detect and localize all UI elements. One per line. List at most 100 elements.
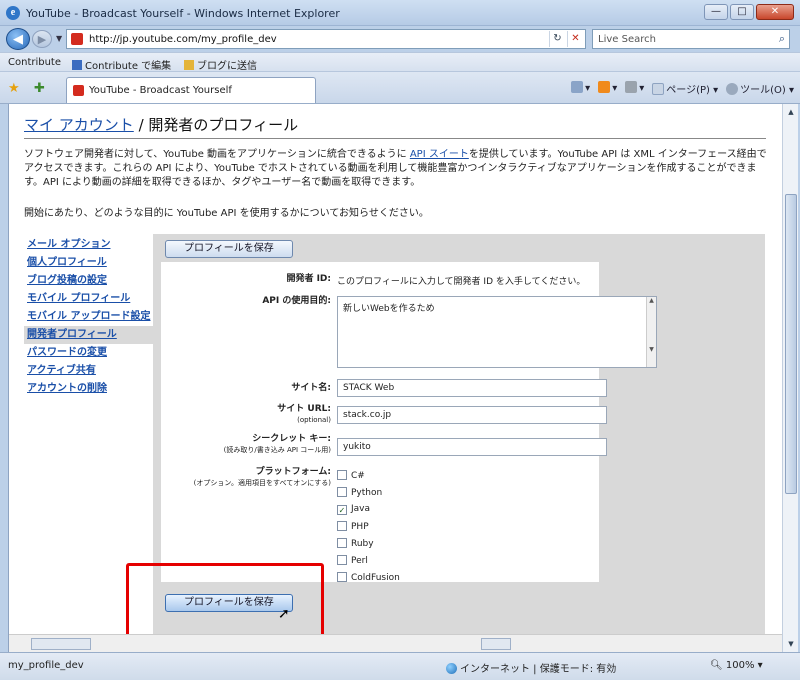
sidebar-item-mail-options[interactable]: メール オプション <box>24 236 154 254</box>
contribute-edit-link[interactable]: Contribute で編集 <box>72 57 171 72</box>
address-bar[interactable]: http://jp.youtube.com/my_profile_dev ↻ ✕ <box>66 29 586 49</box>
add-favorites-icon[interactable]: ✚ <box>34 81 45 96</box>
platform-perl[interactable]: Perl <box>337 555 368 566</box>
checkbox-label: C# <box>351 471 365 481</box>
blog-post-link[interactable]: ブログに送信 <box>184 57 257 72</box>
feeds-button[interactable]: ▾ <box>598 81 617 96</box>
close-button[interactable]: ✕ <box>756 4 794 20</box>
sidebar-item-blog-settings[interactable]: ブログ投稿の設定 <box>24 272 154 290</box>
security-zone: インターネット | 保護モード: 有効 <box>446 660 616 675</box>
sidebar-item-developer-profile[interactable]: 開発者プロフィール <box>24 326 154 344</box>
checkbox-label: Ruby <box>351 539 374 549</box>
heading-divider <box>24 138 766 139</box>
status-bar: my_profile_dev インターネット | 保護モード: 有効 🔍︎ 10… <box>0 652 800 680</box>
url-text[interactable]: http://jp.youtube.com/my_profile_dev <box>89 34 277 45</box>
page-heading: 開発者のプロフィール <box>148 116 299 134</box>
maximize-button[interactable]: □ <box>730 4 754 20</box>
checkbox-checked[interactable]: ✓ <box>337 505 347 515</box>
secret-key-field[interactable]: yukito <box>337 438 607 456</box>
save-profile-button-top[interactable]: プロフィールを保存 <box>165 240 293 258</box>
sidebar-item-mobile-profile[interactable]: モバイル プロフィール <box>24 290 154 308</box>
print-button[interactable]: ▾ <box>625 81 644 96</box>
refresh-button[interactable]: ↻ <box>549 31 565 47</box>
intro-text-a: ソフトウェア開発者に対して、YouTube 動画をアプリケーションに統合できるよ… <box>24 149 410 160</box>
intro-prompt: 開始にあたり、どのような目的に YouTube API を使用するかについてお知… <box>24 208 429 219</box>
sidebar-item-active-sharing[interactable]: アクティブ共有 <box>24 362 154 380</box>
sidebar-item-personal-profile[interactable]: 個人プロフィール <box>24 254 154 272</box>
platform-sub: (オプション。適用項目をすべてオンにする) <box>193 479 331 487</box>
page-viewport: マイ アカウント / 開発者のプロフィール ソフトウェア開発者に対して、YouT… <box>8 104 782 652</box>
api-purpose-textarea[interactable]: 新しいWebを作るため ▲ ▼ <box>337 296 657 368</box>
ie-logo-icon: e <box>6 6 20 20</box>
scrollbar-thumb[interactable] <box>785 194 797 494</box>
page-menu[interactable]: ページ(P) ▾ <box>652 81 718 96</box>
textarea-scrollbar[interactable]: ▲ ▼ <box>646 297 656 367</box>
checkbox[interactable] <box>337 555 347 565</box>
favorites-star-icon[interactable]: ★ <box>8 81 20 96</box>
tools-menu[interactable]: ツール(O) ▾ <box>726 81 794 96</box>
checkbox[interactable] <box>337 487 347 497</box>
home-button[interactable]: ▾ <box>571 81 590 96</box>
platform-coldfusion[interactable]: ColdFusion <box>337 572 400 583</box>
zoom-icon: 🔍︎ <box>710 660 723 671</box>
page-menu-label: ページ(P) <box>666 85 710 96</box>
zoom-control[interactable]: 🔍︎ 100% ▾ <box>710 660 763 671</box>
tools-menu-label: ツール(O) <box>740 85 786 96</box>
footer-control[interactable] <box>481 638 511 650</box>
history-dropdown-icon[interactable]: ▼ <box>56 34 62 43</box>
footer-control[interactable] <box>31 638 91 650</box>
printer-icon <box>625 81 638 93</box>
youtube-favicon-icon <box>73 85 84 96</box>
status-text: my_profile_dev <box>8 660 84 671</box>
checkbox-label: Python <box>351 488 383 498</box>
search-icon[interactable]: ⌕ <box>779 32 785 46</box>
api-purpose-label: API の使用目的: <box>262 296 331 306</box>
site-name-label: サイト名: <box>291 383 331 393</box>
scroll-down-icon[interactable]: ▼ <box>785 638 797 650</box>
gear-icon <box>726 83 739 95</box>
command-bar: ▾ ▾ ▾ ページ(P) ▾ ツール(O) ▾ <box>571 81 794 96</box>
secret-key-label-text: シークレット キー: <box>252 434 331 444</box>
checkbox[interactable] <box>337 538 347 548</box>
platform-python[interactable]: Python <box>337 487 382 498</box>
sidebar-item-mobile-upload[interactable]: モバイル アップロード設定 <box>24 308 154 326</box>
tab-youtube[interactable]: YouTube - Broadcast Yourself <box>66 77 316 103</box>
scroll-up-icon[interactable]: ▲ <box>785 106 797 118</box>
vertical-scrollbar[interactable]: ▲ ▼ <box>782 104 798 652</box>
checkbox[interactable] <box>337 572 347 582</box>
sidebar-item-change-password[interactable]: パスワードの変更 <box>24 344 154 362</box>
checkbox[interactable] <box>337 470 347 480</box>
minimize-button[interactable]: — <box>704 4 728 20</box>
navigation-bar: ◀ ▶ ▼ http://jp.youtube.com/my_profile_d… <box>0 26 800 52</box>
page-footer-strip <box>9 634 782 652</box>
search-input[interactable]: Live Search <box>598 34 656 45</box>
platform-ruby[interactable]: Ruby <box>337 538 374 549</box>
security-zone-text: インターネット | 保護モード: 有効 <box>460 664 617 675</box>
forward-button[interactable]: ▶ <box>32 30 52 48</box>
contribute-link[interactable]: Contribute <box>8 57 61 68</box>
search-box[interactable]: Live Search ⌕ <box>592 29 790 49</box>
site-url-optional: (optional) <box>297 416 331 424</box>
platform-csharp[interactable]: C# <box>337 470 365 481</box>
youtube-favicon-icon <box>71 33 83 45</box>
back-button[interactable]: ◀ <box>6 28 30 50</box>
form-body: 開発者 ID: このプロフィールに入力して開発者 ID を入手してください。 A… <box>161 262 657 583</box>
api-suite-link[interactable]: API スイート <box>410 149 469 160</box>
platform-php[interactable]: PHP <box>337 521 369 532</box>
developer-id-label: 開発者 ID: <box>286 274 331 284</box>
platform-java[interactable]: ✓ Java <box>337 504 370 515</box>
stop-button[interactable]: ✕ <box>567 31 583 47</box>
window-title: YouTube - Broadcast Yourself - Windows I… <box>26 7 340 20</box>
breadcrumb-separator: / <box>138 116 144 134</box>
site-name-field[interactable]: STACK Web <box>337 379 607 397</box>
site-url-field[interactable]: stack.co.jp <box>337 406 607 424</box>
rss-icon <box>598 81 611 93</box>
intro-paragraph: ソフトウェア開発者に対して、YouTube 動画をアプリケーションに統合できるよ… <box>24 148 768 190</box>
breadcrumb-my-account[interactable]: マイ アカウント <box>24 116 134 134</box>
page-title: マイ アカウント / 開発者のプロフィール <box>24 114 298 135</box>
checkbox[interactable] <box>337 521 347 531</box>
links-toolbar: Contribute Contribute で編集 ブログに送信 <box>0 52 800 72</box>
checkbox-label: Java <box>351 504 371 514</box>
platform-label: プラットフォーム: (オプション。適用項目をすべてオンにする) <box>161 467 331 489</box>
sidebar-item-delete-account[interactable]: アカウントの削除 <box>24 380 154 398</box>
